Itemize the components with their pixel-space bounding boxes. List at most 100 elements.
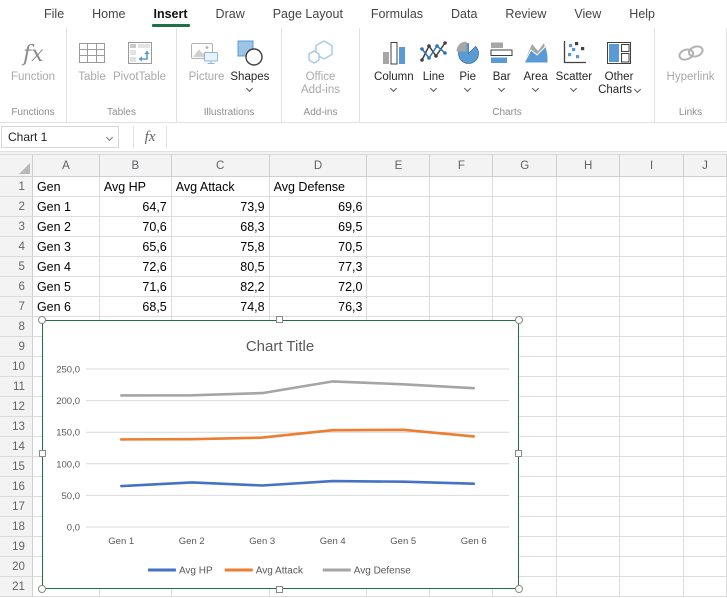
- cell-I5[interactable]: [620, 257, 684, 277]
- tab-help[interactable]: Help: [615, 0, 669, 28]
- cell-J18[interactable]: [684, 517, 727, 537]
- cell-J9[interactable]: [684, 337, 727, 357]
- tab-view[interactable]: View: [560, 0, 615, 28]
- cell-H13[interactable]: [557, 417, 620, 437]
- tab-draw[interactable]: Draw: [202, 0, 259, 28]
- column-header-B[interactable]: B: [100, 155, 172, 177]
- cell-J11[interactable]: [684, 377, 727, 397]
- row-header-12[interactable]: 12: [0, 397, 33, 417]
- tab-page-layout[interactable]: Page Layout: [259, 0, 357, 28]
- row-header-16[interactable]: 16: [0, 477, 33, 497]
- cell-H4[interactable]: [557, 237, 620, 257]
- tab-review[interactable]: Review: [491, 0, 560, 28]
- row-header-3[interactable]: 3: [0, 217, 33, 237]
- cell-J21[interactable]: [684, 577, 727, 597]
- cell-J19[interactable]: [684, 537, 727, 557]
- cell-F5[interactable]: [430, 257, 493, 277]
- pie-button[interactable]: Pie: [451, 33, 485, 91]
- cell-A5[interactable]: Gen 4: [33, 257, 100, 277]
- cell-H6[interactable]: [557, 277, 620, 297]
- cell-E5[interactable]: [367, 257, 430, 277]
- cell-I21[interactable]: [620, 577, 684, 597]
- tab-formulas[interactable]: Formulas: [357, 0, 437, 28]
- cell-H17[interactable]: [557, 497, 620, 517]
- column-header-C[interactable]: C: [172, 155, 270, 177]
- row-header-17[interactable]: 17: [0, 497, 33, 517]
- chart-resize-handle-e[interactable]: [515, 450, 522, 457]
- cell-B1[interactable]: Avg HP: [100, 177, 172, 197]
- column-header-A[interactable]: A: [33, 155, 100, 177]
- cell-E6[interactable]: [367, 277, 430, 297]
- column-header-G[interactable]: G: [493, 155, 557, 177]
- column-header-J[interactable]: J: [684, 155, 727, 177]
- cell-D5[interactable]: 77,3: [270, 257, 368, 277]
- cell-A2[interactable]: Gen 1: [33, 197, 100, 217]
- cell-F7[interactable]: [430, 297, 493, 317]
- column-header-H[interactable]: H: [557, 155, 620, 177]
- tab-insert[interactable]: Insert: [140, 0, 202, 28]
- row-header-13[interactable]: 13: [0, 417, 33, 437]
- cell-J1[interactable]: [684, 177, 727, 197]
- cell-B4[interactable]: 65,6: [100, 237, 172, 257]
- cell-J5[interactable]: [684, 257, 727, 277]
- scatter-button[interactable]: Scatter: [553, 33, 595, 91]
- cell-I3[interactable]: [620, 217, 684, 237]
- cell-F6[interactable]: [430, 277, 493, 297]
- row-header-11[interactable]: 11: [0, 377, 33, 397]
- cell-H5[interactable]: [557, 257, 620, 277]
- tab-data[interactable]: Data: [437, 0, 491, 28]
- cell-I19[interactable]: [620, 537, 684, 557]
- row-header-2[interactable]: 2: [0, 197, 33, 217]
- cell-J6[interactable]: [684, 277, 727, 297]
- cell-I2[interactable]: [620, 197, 684, 217]
- area-button[interactable]: Area: [519, 33, 553, 91]
- cell-I13[interactable]: [620, 417, 684, 437]
- cell-D2[interactable]: 69,6: [270, 197, 368, 217]
- cell-H19[interactable]: [557, 537, 620, 557]
- cell-H11[interactable]: [557, 377, 620, 397]
- cell-I16[interactable]: [620, 477, 684, 497]
- cell-J2[interactable]: [684, 197, 727, 217]
- row-header-9[interactable]: 9: [0, 337, 33, 357]
- cell-F4[interactable]: [430, 237, 493, 257]
- cell-H20[interactable]: [557, 557, 620, 577]
- cell-H8[interactable]: [557, 317, 620, 337]
- cell-J15[interactable]: [684, 457, 727, 477]
- cell-G5[interactable]: [493, 257, 557, 277]
- column-header-F[interactable]: F: [430, 155, 493, 177]
- other-button[interactable]: OtherCharts: [595, 33, 643, 97]
- cell-I11[interactable]: [620, 377, 684, 397]
- cell-I15[interactable]: [620, 457, 684, 477]
- cell-H7[interactable]: [557, 297, 620, 317]
- shapes-button[interactable]: Shapes: [227, 33, 272, 91]
- row-header-6[interactable]: 6: [0, 277, 33, 297]
- cell-J10[interactable]: [684, 357, 727, 377]
- cell-F2[interactable]: [430, 197, 493, 217]
- cell-A4[interactable]: Gen 3: [33, 237, 100, 257]
- row-header-15[interactable]: 15: [0, 457, 33, 477]
- cell-H9[interactable]: [557, 337, 620, 357]
- cell-I20[interactable]: [620, 557, 684, 577]
- row-header-18[interactable]: 18: [0, 517, 33, 537]
- cell-B5[interactable]: 72,6: [100, 257, 172, 277]
- cell-I8[interactable]: [620, 317, 684, 337]
- cell-I6[interactable]: [620, 277, 684, 297]
- cell-H21[interactable]: [557, 577, 620, 597]
- cell-E1[interactable]: [367, 177, 430, 197]
- cell-E3[interactable]: [367, 217, 430, 237]
- row-header-21[interactable]: 21: [0, 577, 33, 597]
- cell-G2[interactable]: [493, 197, 557, 217]
- row-header-7[interactable]: 7: [0, 297, 33, 317]
- row-header-8[interactable]: 8: [0, 317, 33, 337]
- cell-H2[interactable]: [557, 197, 620, 217]
- cell-J3[interactable]: [684, 217, 727, 237]
- column-header-E[interactable]: E: [367, 155, 430, 177]
- cell-G6[interactable]: [493, 277, 557, 297]
- cell-C7[interactable]: 74,8: [172, 297, 270, 317]
- chart-object[interactable]: Chart Title0,050,0100,0150,0200,0250,0Ge…: [42, 320, 519, 589]
- cell-D7[interactable]: 76,3: [270, 297, 368, 317]
- chart-resize-handle-se[interactable]: [515, 585, 523, 593]
- row-header-1[interactable]: 1: [0, 177, 33, 197]
- cell-H18[interactable]: [557, 517, 620, 537]
- cell-D4[interactable]: 70,5: [270, 237, 368, 257]
